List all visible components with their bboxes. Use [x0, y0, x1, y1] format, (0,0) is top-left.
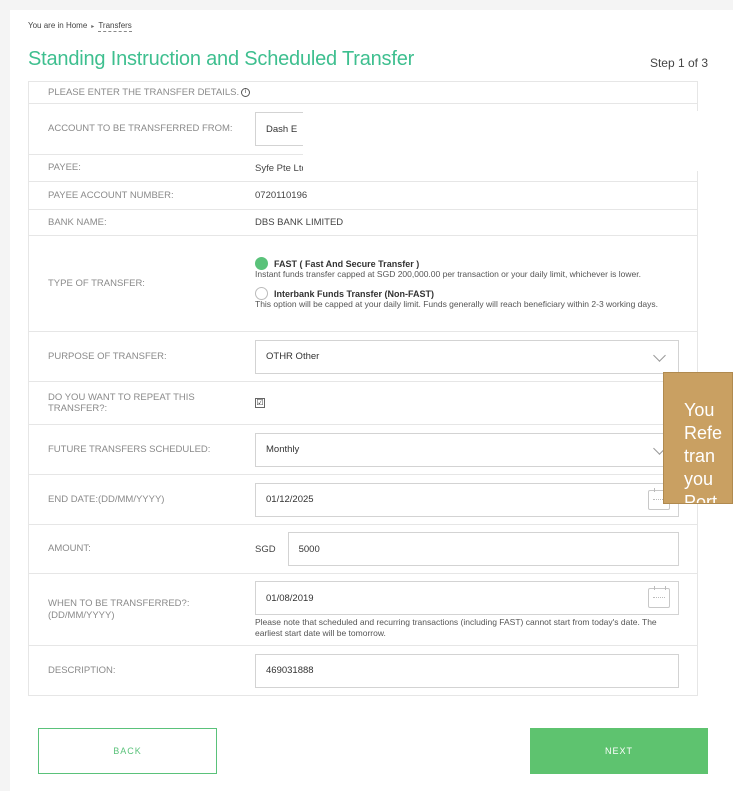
repeat-label: DO YOU WANT TO REPEAT THIS TRANSFER?: [48, 391, 195, 414]
amount-value: 5000 [298, 543, 320, 555]
currency-code: SGD [255, 543, 276, 555]
description-input[interactable]: 469031888 [255, 653, 679, 688]
dropdown-overlay [303, 111, 733, 171]
future-select[interactable]: Monthly [255, 432, 679, 467]
calendar-icon[interactable] [648, 586, 670, 609]
description-value: 469031888 [266, 665, 314, 676]
breadcrumb-transfers-link[interactable]: Transfers [98, 21, 132, 32]
description-label: DESCRIPTION: [48, 664, 116, 676]
back-button[interactable]: BACK [38, 728, 217, 774]
when-date-value: 01/08/2019 [266, 592, 314, 604]
breadcrumb-prefix: You are in Home [28, 21, 88, 30]
fast-option-desc: Instant funds transfer capped at SGD 200… [255, 269, 642, 280]
description-row: DESCRIPTION: 469031888 [29, 646, 697, 695]
purpose-value: OTHR Other [266, 351, 320, 362]
form-header-row: PLEASE ENTER THE TRANSFER DETAILS. i [29, 82, 697, 104]
tooltip-popup: You Refe tran you Port [663, 372, 733, 504]
transfer-type-label: TYPE OF TRANSFER: [48, 277, 145, 289]
payee-account-value: 0720110196 [255, 190, 308, 201]
amount-input[interactable]: 5000 [287, 532, 679, 566]
when-row: WHEN TO BE TRANSFERRED?:(DD/MM/YYYY) 01/… [29, 574, 697, 646]
tooltip-line: you [684, 469, 714, 489]
tooltip-line: You [684, 400, 715, 420]
future-row: FUTURE TRANSFERS SCHEDULED: Monthly [29, 425, 697, 475]
end-date-row: END DATE:(DD/MM/YYYY) 01/12/2025 [29, 475, 697, 525]
breadcrumb: You are in Home ▸ Transfers [28, 21, 132, 32]
end-date-value: 01/12/2025 [266, 494, 314, 505]
amount-row: AMOUNT: SGD 5000 [29, 525, 697, 574]
bank-name-row: BANK NAME: DBS BANK LIMITED [29, 210, 697, 236]
repeat-row: DO YOU WANT TO REPEAT THIS TRANSFER?: ☑ [29, 382, 697, 425]
page-title: Standing Instruction and Scheduled Trans… [28, 48, 415, 70]
schedule-note: Please note that scheduled and recurring… [255, 617, 657, 638]
next-button[interactable]: NEXT [530, 728, 708, 774]
transfer-type-row: TYPE OF TRANSFER: FAST ( Fast And Secure… [29, 236, 697, 332]
payee-label: PAYEE: [48, 162, 81, 174]
tooltip-line: tran [684, 446, 716, 466]
purpose-label: PURPOSE OF TRANSFER: [48, 350, 167, 362]
future-label: FUTURE TRANSFERS SCHEDULED: [48, 443, 211, 455]
form-header-label: PLEASE ENTER THE TRANSFER DETAILS. [48, 86, 240, 98]
info-icon[interactable]: i [241, 88, 251, 97]
bank-name-value: DBS BANK LIMITED [255, 217, 344, 228]
purpose-row: PURPOSE OF TRANSFER: OTHR Other [29, 332, 697, 382]
payee-account-row: PAYEE ACCOUNT NUMBER: 0720110196 [29, 182, 697, 210]
breadcrumb-arrow-icon: ▸ [91, 24, 95, 30]
account-from-label: ACCOUNT TO BE TRANSFERRED FROM: [48, 123, 233, 135]
when-date-input[interactable]: 01/08/2019 [255, 581, 679, 616]
when-label: WHEN TO BE TRANSFERRED?:(DD/MM/YYYY) [48, 598, 190, 621]
amount-label: AMOUNT: [48, 543, 91, 555]
tooltip-line: Port [684, 492, 718, 504]
non-fast-option-title: Interbank Funds Transfer (Non-FAST) [274, 288, 435, 299]
transfer-form: PLEASE ENTER THE TRANSFER DETAILS. i ACCO… [28, 81, 698, 696]
tooltip-line: Refe [684, 423, 723, 443]
payee-account-label: PAYEE ACCOUNT NUMBER: [48, 189, 174, 201]
end-date-input[interactable]: 01/12/2025 [255, 482, 679, 517]
future-value: Monthly [266, 444, 300, 455]
bank-name-label: BANK NAME: [48, 216, 107, 228]
account-from-value: Dash E [266, 123, 298, 135]
fast-option-title: FAST ( Fast And Secure Transfer ) [274, 258, 420, 269]
chevron-down-icon [653, 348, 666, 362]
purpose-select[interactable]: OTHR Other [255, 339, 679, 374]
end-date-label: END DATE:(DD/MM/YYYY) [48, 493, 165, 505]
repeat-checkbox[interactable]: ☑ [255, 398, 265, 408]
non-fast-option-desc: This option will be capped at your daily… [255, 299, 658, 309]
step-indicator: Step 1 of 3 [649, 56, 708, 70]
